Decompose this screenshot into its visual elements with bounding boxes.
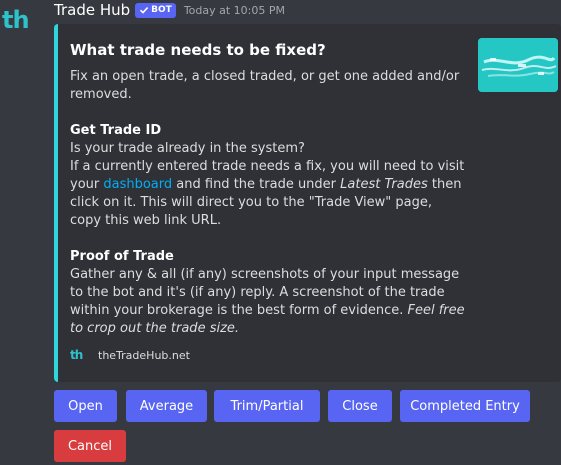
field-proof-body: Gather any & all (if any) screenshots of…	[70, 266, 465, 338]
embed-footer: th theTradeHub.net	[70, 348, 190, 362]
embed-title: What trade needs to be fixed?	[70, 41, 326, 59]
embed-thumbnail[interactable]	[478, 38, 558, 92]
field-trade-id-line1: Is your trade already in the system?	[70, 141, 305, 156]
bot-badge-label: BOT	[151, 5, 172, 15]
field-proof-text: Gather any & all (if any) screenshots of…	[70, 267, 460, 318]
cancel-button[interactable]: Cancel	[54, 430, 126, 462]
dashboard-link[interactable]: dashboard	[103, 177, 172, 192]
average-button[interactable]: Average	[126, 390, 207, 422]
footer-logo-icon: th	[70, 348, 83, 362]
verified-check-icon	[140, 7, 149, 14]
trim-partial-button[interactable]: Trim/Partial	[214, 390, 320, 422]
completed-entry-button[interactable]: Completed Entry	[400, 390, 530, 422]
embed-card: What trade needs to be fixed? Fix an ope…	[54, 24, 561, 382]
field-heading-proof: Proof of Trade	[70, 249, 174, 264]
avatar-logo: th	[2, 6, 30, 34]
embed-description: Fix an open trade, a closed traded, or g…	[70, 68, 465, 338]
field-trade-id-mid: and find the trade under	[172, 177, 341, 192]
open-button[interactable]: Open	[54, 390, 117, 422]
field-heading-trade-id: Get Trade ID	[70, 123, 162, 138]
message-header: Trade Hub BOT Today at 10:05 PM	[54, 0, 285, 20]
author-name[interactable]: Trade Hub	[54, 1, 130, 19]
bot-badge: BOT	[135, 2, 176, 18]
field-trade-id-body: If a currently entered trade needs a fix…	[70, 158, 465, 230]
footer-text: theTradeHub.net	[98, 348, 190, 362]
intro-text: Fix an open trade, a closed traded, or g…	[70, 69, 460, 102]
close-button[interactable]: Close	[328, 390, 392, 422]
timestamp[interactable]: Today at 10:05 PM	[184, 4, 285, 17]
latest-trades-text: Latest Trades	[340, 177, 428, 192]
thumbnail-image	[478, 38, 558, 92]
avatar[interactable]: th	[0, 2, 40, 38]
